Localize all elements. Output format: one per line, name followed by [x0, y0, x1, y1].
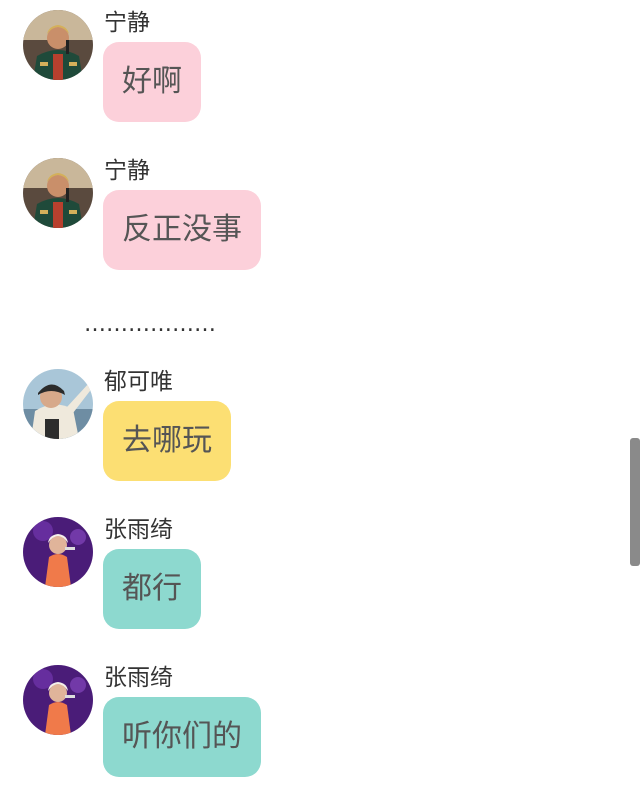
- message-bubble[interactable]: 反正没事: [103, 190, 261, 270]
- message-bubble[interactable]: 都行: [103, 549, 201, 629]
- sender-name: 宁静: [104, 10, 150, 36]
- sender-name: 张雨绮: [104, 517, 173, 543]
- message-bubble[interactable]: 听你们的: [103, 697, 261, 777]
- sender-name: 张雨绮: [104, 665, 173, 691]
- avatar[interactable]: [23, 517, 93, 587]
- singer-orange-dress-avatar-icon: [23, 517, 93, 587]
- chat-screen: 宁静 好啊 宁静 反正没事 ……………… 郁可唯 去哪玩 张雨绮 都行 张雨绮 …: [0, 0, 640, 799]
- singer-white-cap-avatar-icon: [23, 369, 93, 439]
- avatar[interactable]: [23, 369, 93, 439]
- message-bubble[interactable]: 好啊: [103, 42, 201, 122]
- sender-name: 郁可唯: [104, 369, 173, 395]
- avatar[interactable]: [23, 665, 93, 735]
- singer-orange-dress-avatar-icon: [23, 665, 93, 735]
- avatar[interactable]: [23, 158, 93, 228]
- singer-green-jacket-avatar-icon: [23, 10, 93, 80]
- singer-green-jacket-avatar-icon: [23, 158, 93, 228]
- message-bubble[interactable]: 去哪玩: [103, 401, 231, 481]
- ellipsis-separator: ………………: [84, 312, 216, 337]
- scrollbar[interactable]: [630, 438, 640, 566]
- avatar[interactable]: [23, 10, 93, 80]
- sender-name: 宁静: [104, 158, 150, 184]
